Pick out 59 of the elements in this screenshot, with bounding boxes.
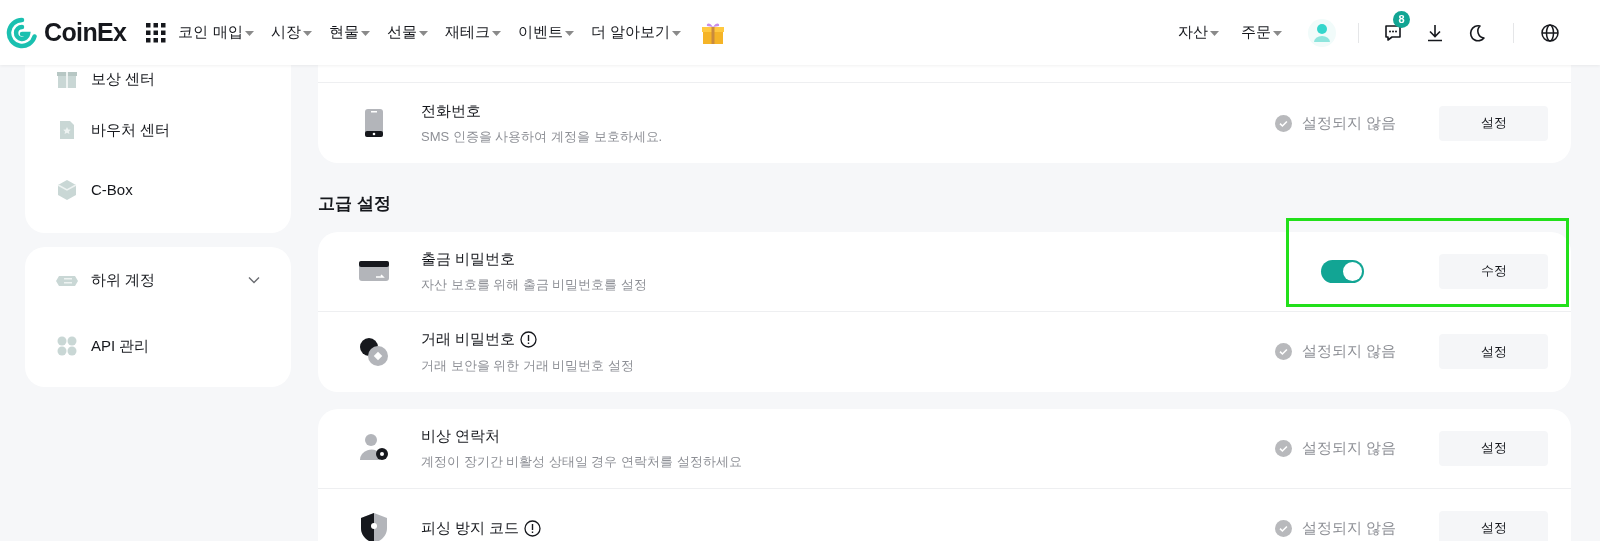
nav-menu-link[interactable]: 자산	[1178, 21, 1219, 44]
status-text: 설정되지 않음	[1302, 112, 1397, 133]
nav-menu-link[interactable]: 이벤트	[517, 21, 574, 44]
grid-icon	[55, 334, 79, 358]
setting-title: 비상 연락처	[421, 425, 501, 446]
nav-menu-link[interactable]: 코인 매입	[178, 21, 254, 44]
setup-button[interactable]: 설정	[1439, 105, 1548, 141]
logo-icon	[6, 16, 38, 49]
download-icon[interactable]	[1425, 22, 1445, 43]
logo-text[interactable]: CoinEx	[44, 13, 127, 52]
info-icon[interactable]	[524, 519, 542, 537]
caret-icon	[244, 31, 254, 37]
setup-button[interactable]: 설정	[1439, 334, 1548, 369]
status-text: 설정되지 않음	[1302, 341, 1397, 362]
moon-icon[interactable]	[1467, 22, 1487, 43]
sidebar-item[interactable]: 바우처 센터	[55, 100, 261, 160]
setup-button[interactable]: 설정	[1439, 510, 1548, 541]
nav-menu-link[interactable]: 주문	[1241, 21, 1282, 44]
chat-icon[interactable]	[1383, 22, 1403, 43]
globe-icon[interactable]	[1540, 22, 1560, 43]
check-circle-icon	[1275, 519, 1292, 537]
caret-icon	[360, 31, 370, 37]
caret-icon	[302, 31, 312, 37]
setting-title: 전화번호	[421, 100, 481, 121]
nav-menu-link[interactable]: 재테크	[444, 21, 501, 44]
sidebar-item[interactable]: C-Box	[55, 160, 261, 220]
nav-menu-link[interactable]: 선물	[386, 21, 428, 44]
setting-description: SMS 인증을 사용하여 계정을 보호하세요.	[421, 128, 664, 146]
setup-button[interactable]: 수정	[1439, 253, 1548, 289]
nav-menu-link[interactable]: 현물	[328, 21, 370, 44]
check-circle-icon	[1275, 343, 1292, 360]
setting-title: 거래 비밀번호	[421, 329, 516, 349]
info-icon[interactable]	[520, 330, 538, 348]
caret-icon	[1273, 31, 1282, 37]
sidebar-item[interactable]: 보상 센터	[55, 65, 261, 100]
nav-menu-link[interactable]: 시장	[270, 21, 312, 44]
setting-title: 피싱 방지 코드	[421, 517, 520, 538]
setup-button[interactable]: 설정	[1439, 430, 1548, 466]
grid-menu-icon[interactable]	[146, 22, 167, 43]
toggle-switch[interactable]	[1321, 259, 1364, 283]
box-icon	[55, 178, 79, 202]
check-circle-icon	[1275, 114, 1292, 132]
caret-icon	[671, 31, 681, 37]
nav-menu-link[interactable]: 더 알아보기	[590, 21, 681, 44]
section-heading: 고급 설정	[318, 193, 392, 215]
caret-icon	[564, 31, 574, 37]
caret-icon	[1210, 31, 1219, 37]
caret-icon	[418, 31, 428, 37]
notification-badge: 8	[1393, 10, 1410, 28]
caret-icon	[491, 31, 501, 37]
status-text: 설정되지 않음	[1302, 517, 1397, 538]
sidebar-item[interactable]: API 관리	[55, 313, 261, 379]
setting-title: 출금 비밀번호	[421, 248, 516, 269]
setting-description: 계정이 장기간 비활성 상태일 경우 연락처를 설정하세요	[421, 453, 743, 471]
setting-description: 자산 보호를 위해 출금 비밀번호를 설정	[421, 276, 649, 294]
check-circle-icon	[1275, 439, 1292, 457]
status-text: 설정되지 않음	[1302, 437, 1397, 458]
setting-description: 거래 보안을 위한 거래 비밀번호 설정	[421, 356, 636, 375]
sidebar-item[interactable]: 하위 계정	[55, 247, 261, 313]
